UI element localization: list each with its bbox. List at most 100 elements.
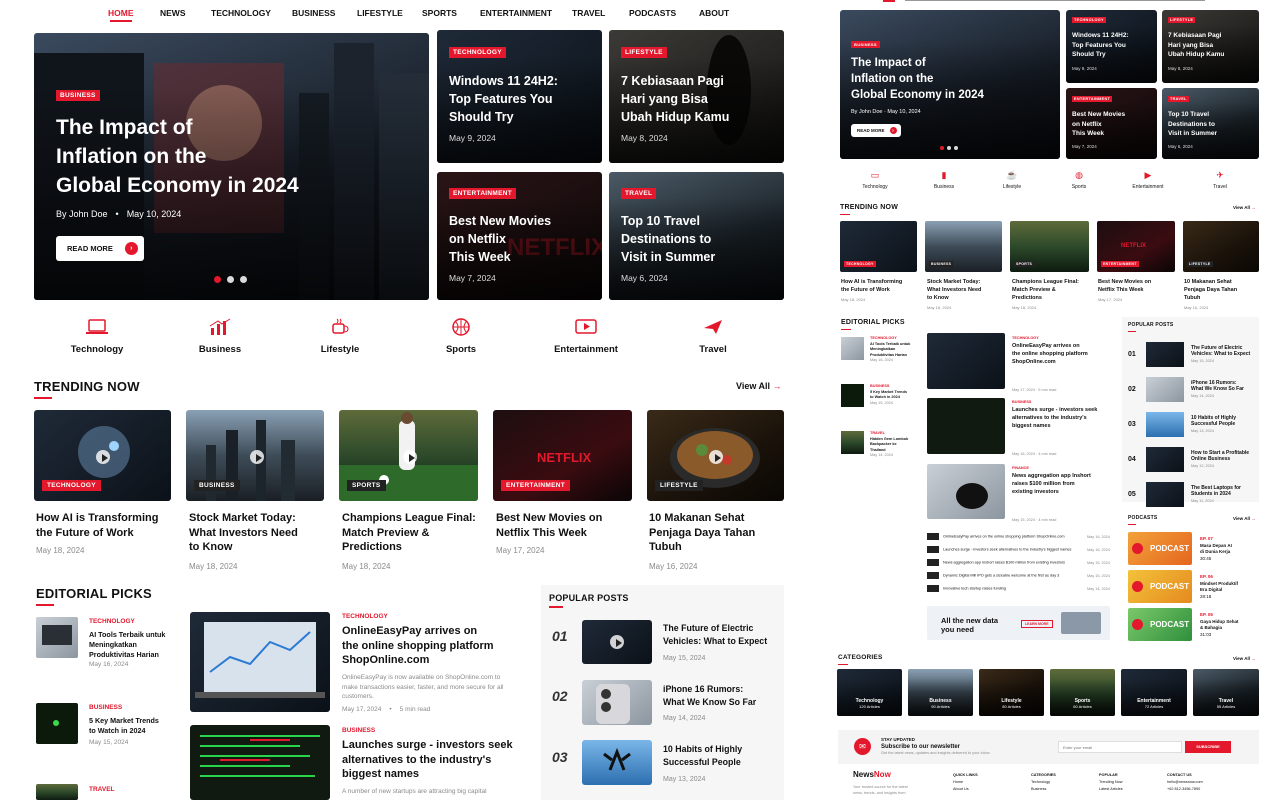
footer-link[interactable]: hello@newsnow.com: [1167, 779, 1203, 786]
mini-category-lifestyle[interactable]: ☕ Lifestyle: [992, 170, 1032, 190]
hero-read-more-button[interactable]: READ MORE ›: [56, 236, 144, 261]
trending-card-1-title[interactable]: How AI is Transforming the Future of Work: [36, 511, 158, 540]
mini-ad-banner[interactable]: All the new data you need LEARN MORE: [927, 606, 1110, 640]
nav-podcasts[interactable]: PODCASTS: [629, 8, 676, 18]
editorial-main-2-title[interactable]: Launches surge - investors seek alternati…: [342, 738, 513, 782]
popular-3-title[interactable]: 10 Habits of Highly Successful People: [663, 743, 742, 769]
editorial-small-1-title[interactable]: AI Tools Terbaik untuk Meningkatkan Produk…: [89, 630, 165, 660]
mini-card-travel[interactable]: TRAVEL Top 10 Travel Destinations to Visit…: [1162, 88, 1259, 159]
footer-link[interactable]: Technology: [1031, 779, 1056, 786]
mini-trending-5-title[interactable]: 10 Makanan Sehat Penjaga Daya Tahan Tubuh: [1184, 278, 1237, 302]
list-item[interactable]: Dynamic Digital Mill IPO gets a sizeable…: [927, 569, 1110, 582]
list-item[interactable]: 02 iPhone 16 Rumors: What We Know So Far Ma…: [1128, 372, 1256, 407]
editorial-main-1-image[interactable]: [190, 612, 330, 712]
list-item[interactable]: 03 10 Habits of Highly Successful People Ma…: [1128, 407, 1256, 442]
editorial-main-1-title[interactable]: OnlineEasyPay arrives on the online shopp…: [342, 624, 494, 668]
mini-trending-1[interactable]: TECHNOLOGY: [840, 221, 917, 272]
nav-lifestyle[interactable]: LIFESTYLE: [357, 8, 403, 18]
mini-trending-2[interactable]: BUSINESS: [925, 221, 1002, 272]
editorial-small-1-tag[interactable]: TECHNOLOGY: [89, 618, 135, 625]
nav-travel[interactable]: TRAVEL: [572, 8, 605, 18]
mini-cat-tile-entertainment[interactable]: Entertainment 72 Articles: [1121, 669, 1187, 716]
play-icon[interactable]: [1132, 619, 1143, 630]
editorial-small-1-image[interactable]: [36, 617, 78, 658]
side-card-lifestyle[interactable]: LIFESTYLE 7 Kebiasaan Pagi Hari yang Bisa…: [609, 30, 784, 163]
carousel-dot-2[interactable]: [227, 276, 234, 283]
trending-card-3-title[interactable]: Champions League Final: Match Preview & Pr…: [342, 511, 476, 555]
mini-cat-tile-sports[interactable]: Sports 60 Articles: [1050, 669, 1115, 716]
category-business[interactable]: Business: [185, 318, 255, 355]
play-icon[interactable]: [709, 450, 723, 464]
mini-trending-1-title[interactable]: How AI is Transforming the Future of Work: [841, 278, 902, 294]
mini-category-business[interactable]: ▮ Business: [924, 170, 964, 190]
card-title[interactable]: Best New Movies on Netflix This Week: [449, 212, 551, 266]
popular-2-title[interactable]: iPhone 16 Rumors: What We Know So Far: [663, 683, 756, 709]
side-card-entertainment[interactable]: NETFLIX ENTERTAINMENT Best New Movieson …: [437, 172, 602, 300]
category-travel[interactable]: Travel: [678, 318, 748, 355]
editorial-small-3-image[interactable]: [36, 784, 78, 800]
mini-hero-button[interactable]: READ MORE ›: [851, 124, 901, 137]
popular-2-image[interactable]: [582, 680, 652, 725]
nav-home[interactable]: HOME: [108, 8, 134, 18]
play-icon[interactable]: [250, 450, 264, 464]
list-item[interactable]: Innovative tech startup raises funding Ma…: [927, 582, 1110, 595]
learn-more-button[interactable]: LEARN MORE: [1021, 620, 1053, 628]
editorial-main-2-image[interactable]: [190, 725, 330, 800]
trending-card-5-image[interactable]: LIFESTYLE: [647, 410, 784, 501]
trending-card-3-image[interactable]: SPORTS: [339, 410, 478, 501]
play-icon[interactable]: [1132, 581, 1143, 592]
mini-ed-small-1[interactable]: TECHNOLOGY AI Tools Terbaik untuk Meningka…: [870, 336, 910, 364]
mini-category-sports[interactable]: ◍ Sports: [1059, 170, 1099, 190]
editorial-small-2-tag[interactable]: BUSINESS: [89, 704, 122, 711]
mini-hero[interactable]: BUSINESS The Impact of Inflation on the Gl…: [840, 10, 1060, 159]
newsletter-email-input[interactable]: [1058, 741, 1182, 753]
play-icon[interactable]: [1132, 543, 1143, 554]
trending-card-2-title[interactable]: Stock Market Today: What Investors Need to…: [189, 511, 298, 555]
trending-card-5-title[interactable]: 10 Makanan Sehat Penjaga Daya Tahan Tubuh: [649, 511, 755, 555]
mini-cat-tile-lifestyle[interactable]: Lifestyle 80 Articles: [979, 669, 1044, 716]
popular-1-title[interactable]: The Future of Electric Vehicles: What to …: [663, 622, 767, 648]
popular-3-image[interactable]: [582, 740, 652, 785]
mini-podcasts-view-all[interactable]: View All →: [1233, 516, 1256, 521]
list-item[interactable]: 04 How to Start a Profitable Online Busine…: [1128, 442, 1256, 477]
mini-ed-small-1-img[interactable]: [841, 337, 864, 360]
popular-1-image[interactable]: [582, 620, 652, 664]
mini-trending-4-title[interactable]: Best New Movies on Netflix This Week: [1098, 278, 1151, 294]
hero-card[interactable]: BUSINESS The Impact of Inflation on the Gl…: [34, 33, 429, 300]
side-card-travel[interactable]: TRAVEL Top 10 Travel Destinations to Visit…: [609, 172, 784, 300]
list-item[interactable]: OnlineEasyPay arrives on the online shop…: [927, 530, 1110, 543]
mini-trending-3-title[interactable]: Champions League Final: Match Preview & Pr…: [1012, 278, 1079, 302]
editorial-small-3-tag[interactable]: TRAVEL: [89, 786, 115, 793]
hero-title[interactable]: The Impact of Inflation on the Global Econ…: [56, 113, 299, 200]
card-tag[interactable]: TECHNOLOGY: [42, 480, 101, 491]
card-tag[interactable]: TECHNOLOGY: [449, 47, 506, 58]
mini-cat-tile-business[interactable]: Business 90 Articles: [908, 669, 973, 716]
category-lifestyle[interactable]: Lifestyle: [305, 318, 375, 355]
editorial-small-2-title[interactable]: 5 Key Market Trends to Watch in 2024: [89, 716, 159, 736]
nav-about[interactable]: ABOUT: [699, 8, 729, 18]
mini-category-travel[interactable]: ✈ Travel: [1200, 170, 1240, 190]
mini-ed-main-2[interactable]: BUSINESS Launches surge - investors seek a…: [1012, 398, 1117, 458]
trending-card-2-image[interactable]: BUSINESS: [186, 410, 324, 501]
carousel-dot-3[interactable]: [240, 276, 247, 283]
mini-ed-main-3-img[interactable]: [927, 464, 1005, 519]
card-tag[interactable]: ENTERTAINMENT: [449, 188, 517, 199]
nav-news[interactable]: NEWS: [160, 8, 186, 18]
card-tag[interactable]: SPORTS: [347, 480, 386, 491]
list-item[interactable]: Launches surge - investors seek alternat…: [927, 543, 1110, 556]
category-sports[interactable]: Sports: [426, 318, 496, 355]
play-icon[interactable]: [610, 635, 624, 649]
nav-business[interactable]: BUSINESS: [292, 8, 335, 18]
play-icon[interactable]: [96, 450, 110, 464]
mini-category-technology[interactable]: ▭ Technology: [855, 170, 895, 190]
mini-category-entertainment[interactable]: ▶ Entertainment: [1125, 170, 1171, 190]
editorial-main-2-tag[interactable]: BUSINESS: [342, 727, 375, 734]
mini-card-entertainment[interactable]: ENTERTAINMENT Best New Movies on Netflix T…: [1066, 88, 1157, 159]
mini-ed-small-3-img[interactable]: [841, 431, 864, 454]
mini-ed-main-2-img[interactable]: [927, 398, 1005, 454]
footer-logo[interactable]: NewsNow: [853, 770, 891, 779]
card-tag[interactable]: LIFESTYLE: [621, 47, 667, 58]
mini-card-lifestyle[interactable]: LIFESTYLE 7 Kebiasaan Pagi Hari yang Bisa…: [1162, 10, 1259, 83]
card-title[interactable]: 7 Kebiasaan Pagi Hari yang Bisa Ubah Hidup…: [621, 72, 729, 126]
mini-cat-tile-technology[interactable]: Technology 120 Articles: [837, 669, 902, 716]
